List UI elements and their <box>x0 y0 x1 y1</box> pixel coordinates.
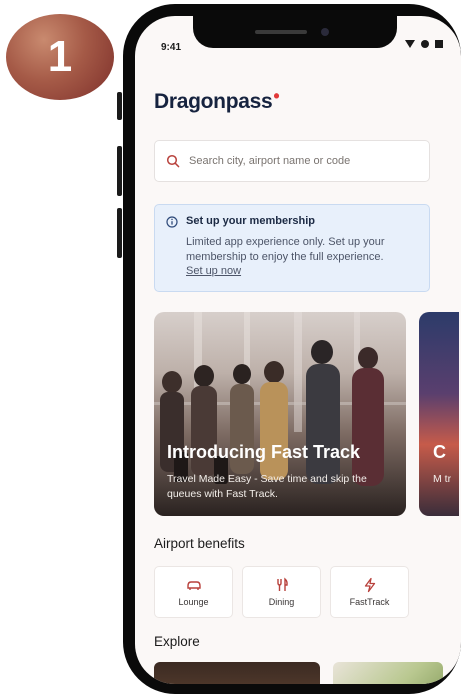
phone-notch <box>193 16 397 48</box>
benefit-lounge-button[interactable]: Lounge <box>154 566 233 618</box>
phone-frame: 9:41 Dragonpass• Search city, airport na… <box>123 4 461 694</box>
brand-logo-dot: • <box>273 86 280 106</box>
app-screen: 9:41 Dragonpass• Search city, airport na… <box>135 16 461 684</box>
signal-icon <box>405 40 415 48</box>
lounge-icon <box>186 581 201 590</box>
battery-icon <box>435 40 443 48</box>
carousel-next-title: C <box>433 442 446 462</box>
benefit-label: Dining <box>268 597 295 607</box>
benefit-label: Lounge <box>178 597 209 607</box>
benefit-label: FastTrack <box>349 597 390 607</box>
explore-row <box>154 662 443 684</box>
phone-volume-up <box>117 146 122 196</box>
front-camera <box>321 28 329 36</box>
explore-card[interactable] <box>333 662 443 684</box>
explore-card[interactable] <box>154 662 320 684</box>
phone-volume-down <box>117 208 122 258</box>
setup-now-link[interactable]: Set up now <box>186 265 241 277</box>
wifi-icon <box>421 40 429 48</box>
airport-benefits-heading: Airport benefits <box>154 536 245 551</box>
dining-icon <box>276 577 288 591</box>
notice-text: Limited app experience only. Set up your… <box>186 236 385 263</box>
info-icon <box>166 216 178 228</box>
step-number-badge: 1 <box>6 14 114 100</box>
search-placeholder: Search city, airport name or code <box>189 155 351 167</box>
notice-title: Set up your membership <box>186 215 315 227</box>
benefit-fasttrack-button[interactable]: FastTrack <box>330 566 409 618</box>
brand-name: Dragonpass <box>154 90 273 113</box>
fasttrack-icon <box>364 577 375 593</box>
status-time: 9:41 <box>161 42 182 53</box>
benefit-dining-button[interactable]: Dining <box>242 566 321 618</box>
status-icons <box>405 40 443 48</box>
carousel-card-next[interactable]: C M tr <box>419 312 459 516</box>
search-icon <box>166 154 180 168</box>
carousel-next-subtitle: M tr <box>433 473 452 485</box>
membership-notice: Set up your membership Limited app exper… <box>154 204 430 292</box>
speaker-grille <box>255 30 307 34</box>
phone-mute-switch <box>117 92 122 120</box>
benefits-row: Lounge Dining FastTrack <box>154 566 409 618</box>
explore-heading: Explore <box>154 634 200 649</box>
brand-logo[interactable]: Dragonpass• <box>154 86 280 114</box>
carousel-card-fast-track[interactable]: Introducing Fast Track Travel Made Easy … <box>154 312 406 516</box>
carousel-title: Introducing Fast Track <box>167 442 361 462</box>
carousel-subtitle: Travel Made Easy - Save time and skip th… <box>167 473 367 500</box>
search-bar[interactable]: Search city, airport name or code <box>154 140 430 182</box>
